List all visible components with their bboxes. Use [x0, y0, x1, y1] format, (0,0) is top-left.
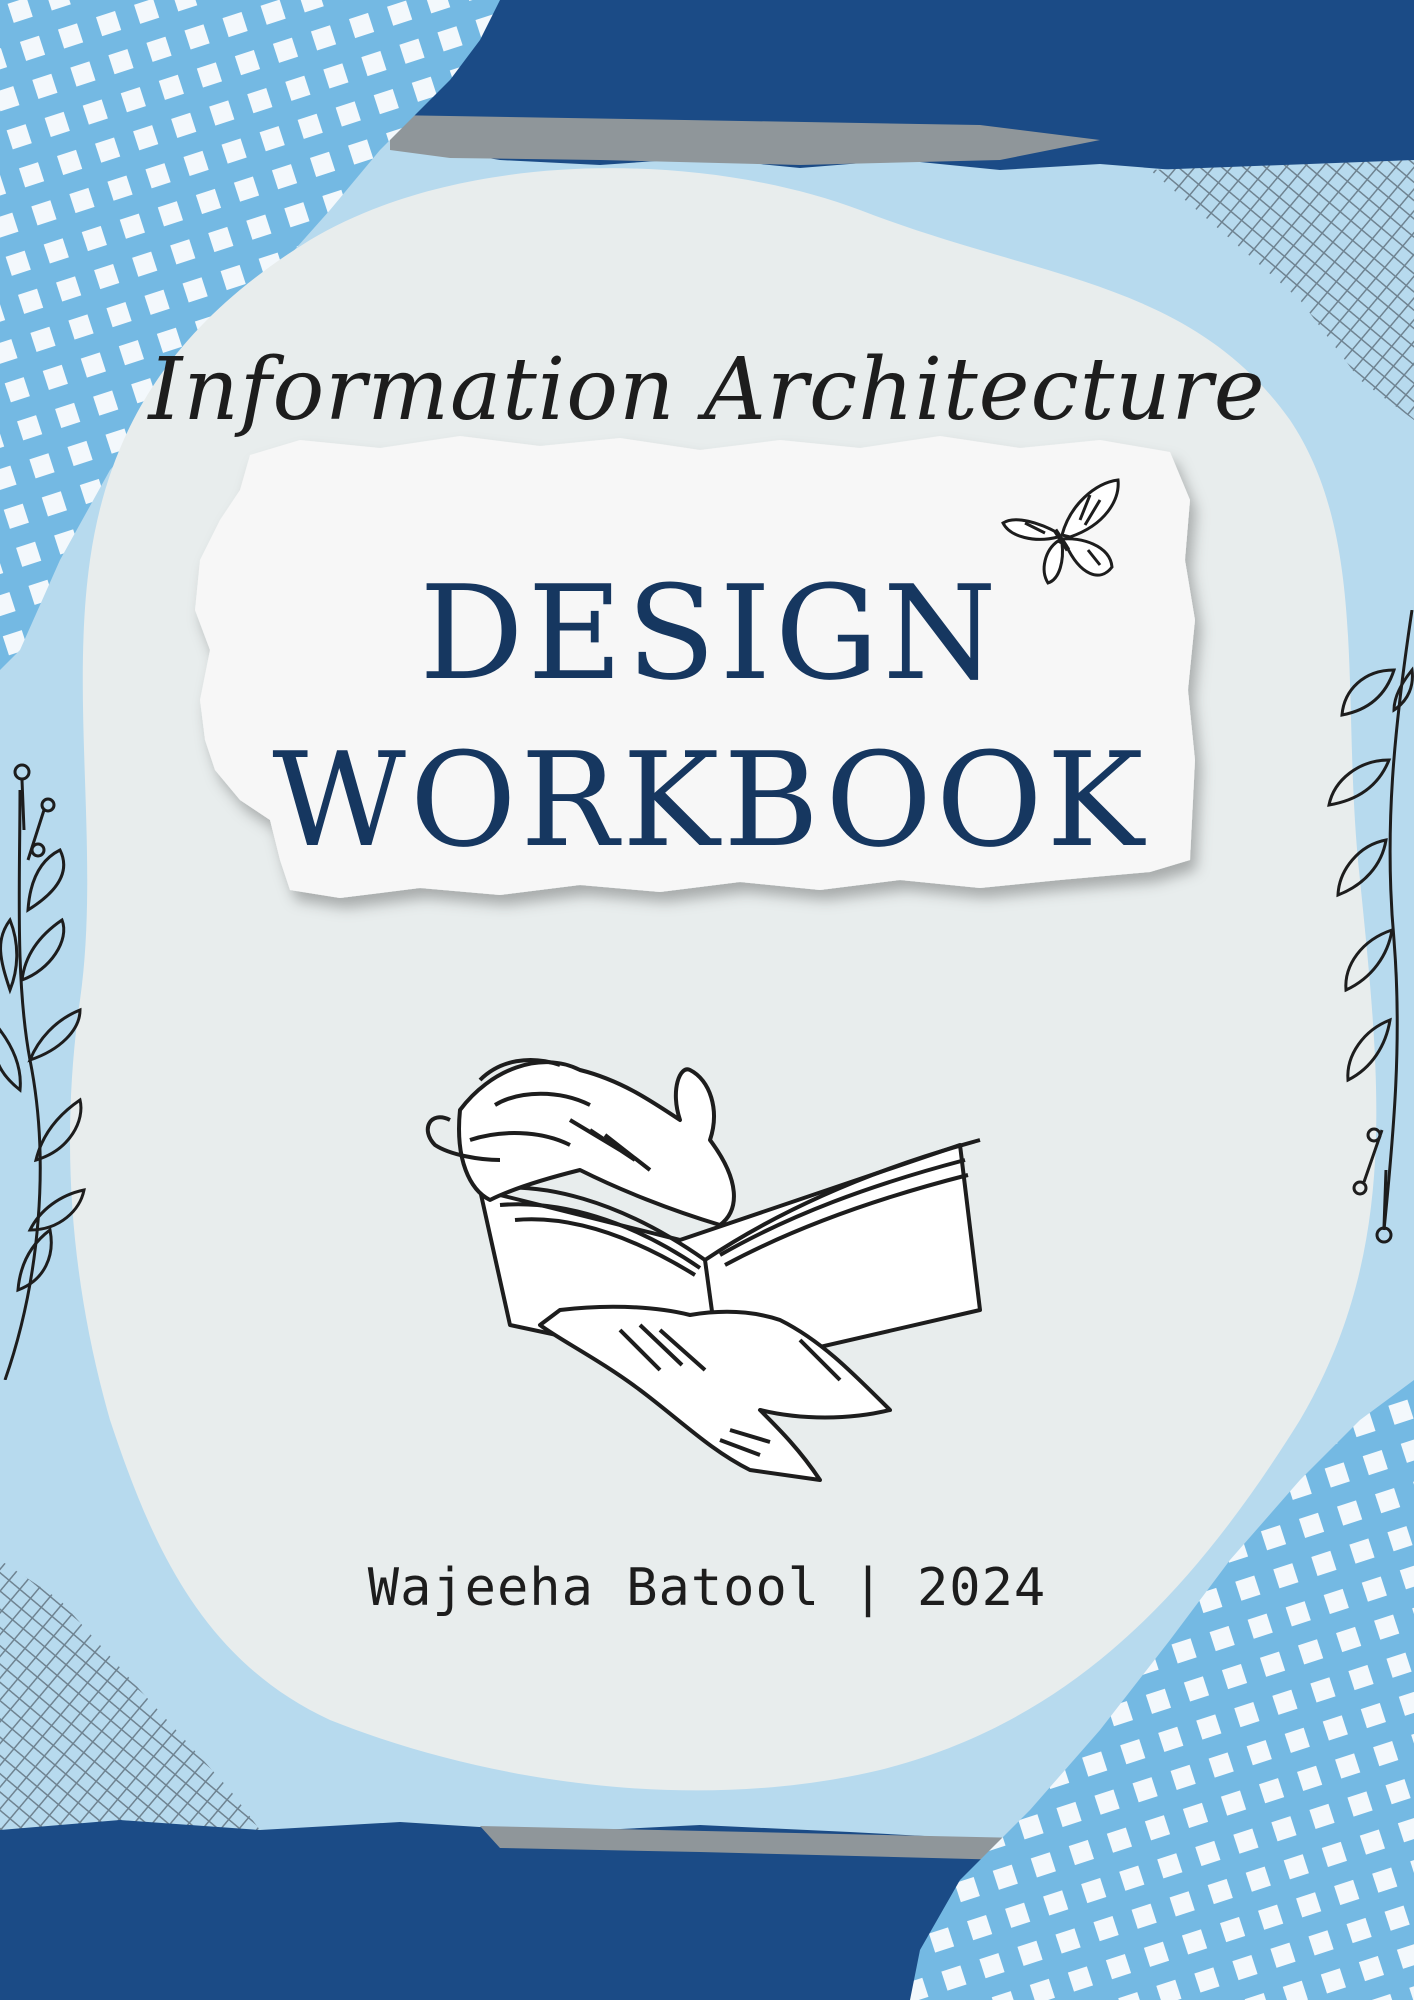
- subtitle-information-architecture: Information Architecture: [148, 340, 1266, 440]
- author-year-byline: Wajeeha Batool | 2024: [367, 1558, 1047, 1618]
- workbook-cover: Information Architecture DESIGN WORKBOOK…: [0, 0, 1414, 2000]
- leaf-branch-icon: [1327, 610, 1414, 1244]
- collage-background: [0, 0, 1414, 2000]
- reading-hands-book-icon: [425, 1058, 982, 1482]
- title-workbook: WORKBOOK: [272, 724, 1148, 876]
- leaf-branch-icon: [0, 763, 86, 1380]
- title-design: DESIGN: [419, 557, 1001, 709]
